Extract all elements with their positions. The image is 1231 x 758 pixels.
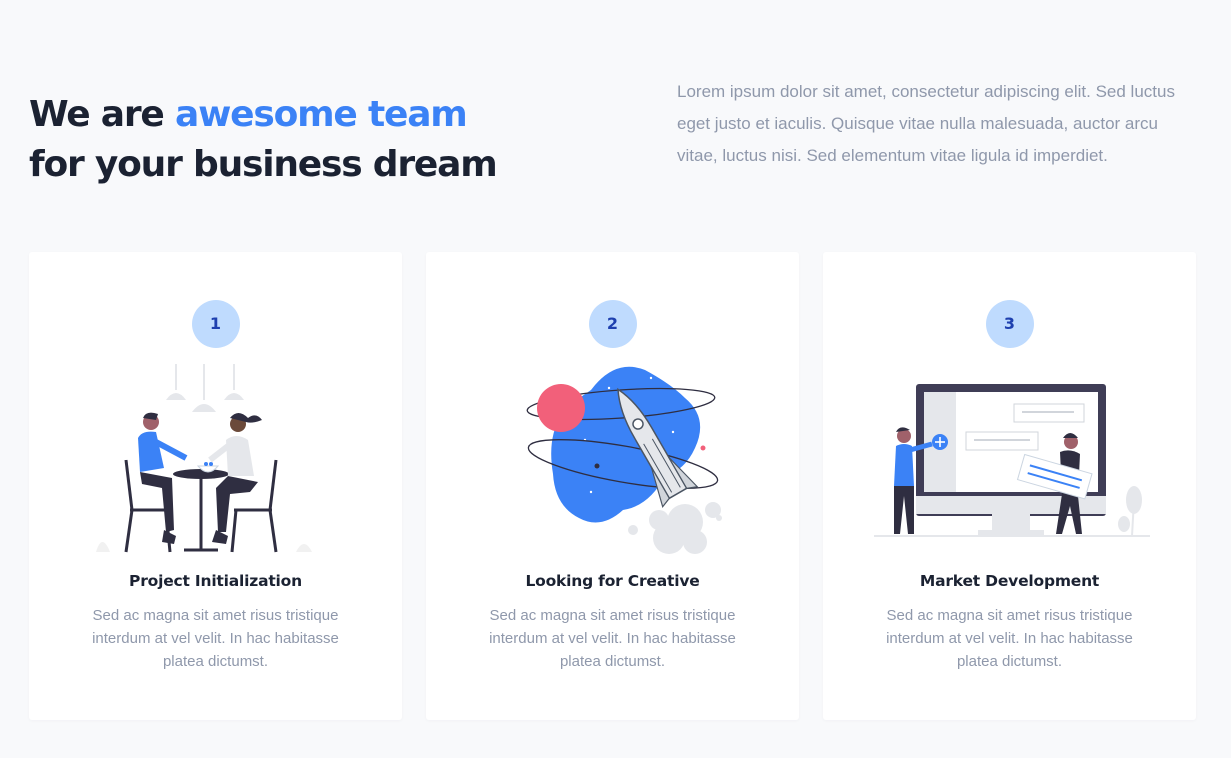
hero-prefix: We are [29,94,175,135]
hero-accent: awesome team [174,94,468,135]
step-number-badge: 2 [588,300,637,348]
feature-card-2: 2 Looking for Creative Sed ac magna sit … [426,252,799,720]
card-description: Sed ac magna sit amet risus tristique in… [489,607,736,670]
card-description: Sed ac magna sit amet risus tristique in… [886,607,1133,670]
feature-card-3: 3 Market Development Sed ac magna sit am… [823,252,1196,720]
card-title: Project Initialization [129,572,302,590]
monitor-presentation-illustration-icon [870,360,1150,560]
hero-line2: for your business dream [29,144,498,185]
card-title: Market Development [919,572,1100,590]
rocket-launch-illustration-icon [473,360,753,560]
step-number-badge: 3 [985,300,1034,348]
card-description: Sed ac magna sit amet risus tristique in… [92,607,339,670]
people-meeting-illustration-icon [76,360,356,560]
hero-heading: We are awesome team for your business dre… [29,90,589,190]
intro-paragraph: Lorem ipsum dolor sit amet, consectetur … [677,82,1175,165]
feature-card-1: 1 Project Initialization Sed ac magna si… [29,252,402,720]
step-number-badge: 1 [191,300,240,348]
card-title: Looking for Creative [525,572,700,590]
